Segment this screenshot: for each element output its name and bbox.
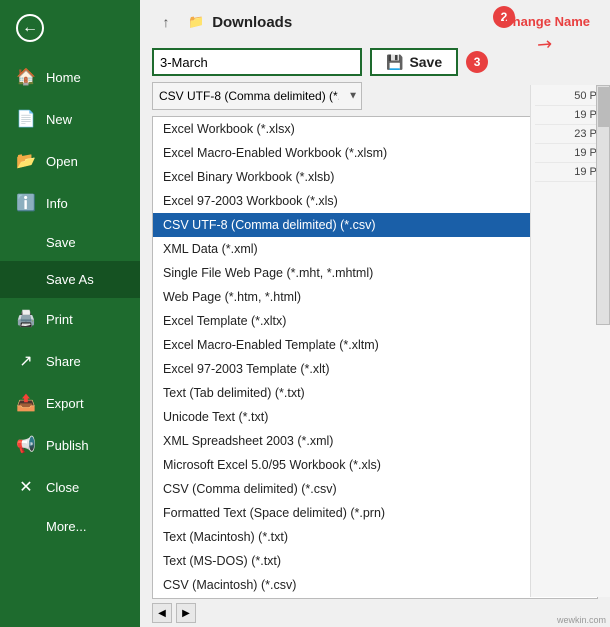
sidebar-item-close[interactable]: ✕ Close — [0, 466, 140, 508]
sidebar-item-label: Home — [46, 70, 81, 85]
sidebar-item-label: Close — [46, 480, 79, 495]
sidebar-item-publish[interactable]: 📢 Publish — [0, 424, 140, 466]
folder-button[interactable]: 📁 — [188, 14, 204, 30]
filename-input[interactable] — [152, 48, 362, 76]
folder-icon: 📁 — [188, 14, 204, 30]
sidebar-item-save[interactable]: Save — [0, 224, 140, 261]
sidebar-item-label: Share — [46, 354, 81, 369]
watermark: wewkin.com — [557, 615, 606, 625]
export-icon: 📤 — [16, 393, 36, 413]
filetype-select-wrapper: CSV UTF-8 (Comma delimited) (*... ▼ — [152, 82, 362, 110]
share-icon: ↗ — [16, 351, 36, 371]
annotation-change-name: Change Name — [503, 14, 590, 29]
annotation-3-badge: 3 — [466, 51, 488, 73]
back-button[interactable]: ← — [0, 0, 140, 56]
close-icon: ✕ — [16, 477, 36, 497]
sidebar-item-label: Export — [46, 396, 84, 411]
sidebar-item-label: Save — [46, 235, 76, 250]
open-icon: 📂 — [16, 151, 36, 171]
scroll-left-button[interactable]: ◀ — [152, 603, 172, 623]
home-icon: 🏠 — [16, 67, 36, 87]
sidebar-item-label: Open — [46, 154, 78, 169]
info-icon: ℹ️ — [16, 193, 36, 213]
sidebar-item-label: Save As — [46, 272, 94, 287]
bottom-nav: ◀ ▶ — [140, 599, 610, 627]
sidebar-item-print[interactable]: 🖨️ Print — [0, 298, 140, 340]
save-floppy-icon: 💾 — [386, 54, 403, 71]
sidebar-item-label: Print — [46, 312, 73, 327]
publish-icon: 📢 — [16, 435, 36, 455]
sidebar-item-home[interactable]: 🏠 Home — [0, 56, 140, 98]
save-button[interactable]: 💾 Save — [370, 48, 458, 76]
sidebar-item-new[interactable]: 📄 New — [0, 98, 140, 140]
filetype-select[interactable]: CSV UTF-8 (Comma delimited) (*... — [152, 82, 362, 110]
print-icon: 🖨️ — [16, 309, 36, 329]
sidebar-item-share[interactable]: ↗ Share — [0, 340, 140, 382]
sidebar-item-open[interactable]: 📂 Open — [0, 140, 140, 182]
sidebar-item-export[interactable]: 📤 Export — [0, 382, 140, 424]
back-circle-icon: ← — [16, 14, 44, 42]
location-label: Downloads — [212, 14, 292, 31]
sidebar-item-more[interactable]: More... — [0, 508, 140, 545]
right-scrollbar[interactable] — [596, 85, 610, 325]
sidebar: ← 🏠 Home 📄 New 📂 Open ℹ️ Info Save Save … — [0, 0, 140, 627]
sidebar-item-label: More... — [46, 519, 86, 534]
scrollbar-thumb — [598, 87, 610, 127]
scroll-right-button[interactable]: ▶ — [176, 603, 196, 623]
sidebar-item-info[interactable]: ℹ️ Info — [0, 182, 140, 224]
save-label: Save — [409, 54, 442, 70]
sidebar-item-label: Info — [46, 196, 68, 211]
sidebar-item-label: New — [46, 112, 72, 127]
dropdown-item[interactable]: CSV (MS-DOS) (*.csv) — [153, 597, 597, 598]
new-icon: 📄 — [16, 109, 36, 129]
nav-up-button[interactable]: ↑ — [152, 8, 180, 36]
main-panel: ↑ 📁 Downloads 2 Change Name ↙ 💾 Save 3 C… — [140, 0, 610, 627]
sidebar-item-save-as[interactable]: Save As — [0, 261, 140, 298]
sidebar-item-label: Publish — [46, 438, 89, 453]
